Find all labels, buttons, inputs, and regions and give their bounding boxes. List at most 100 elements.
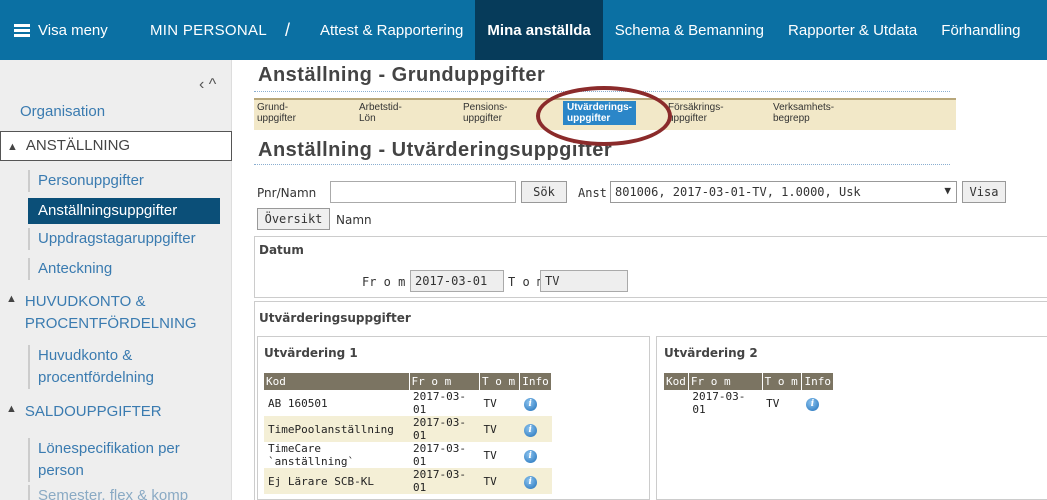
cell-from: 2017-03-01 bbox=[409, 468, 480, 494]
cell-from: 2017-03-01 bbox=[409, 416, 480, 442]
tab-forhandling[interactable]: Förhandling bbox=[929, 0, 1032, 60]
tab-mina-anstallda[interactable]: Mina anställda bbox=[475, 0, 603, 60]
app-title[interactable]: MIN PERSONAL bbox=[150, 22, 267, 39]
highlight-circle-annotation bbox=[536, 86, 672, 146]
table-header-row: Kod Fr o m T o m Info bbox=[264, 373, 552, 390]
page-title-utvarderingsuppgifter: Anställning - Utvärderingsuppgifter bbox=[258, 139, 613, 161]
column-header-info: Info bbox=[519, 373, 552, 390]
pnr-name-input[interactable] bbox=[330, 181, 516, 203]
cell-info: i bbox=[519, 468, 552, 494]
info-icon[interactable]: i bbox=[523, 397, 537, 411]
utvardering-2-heading: Utvärdering 2 bbox=[664, 346, 758, 360]
subtab-forsakringsuppgifter[interactable]: Försäkrings-uppgifter bbox=[668, 102, 724, 124]
sidebar: ‹ ^ Organisation ▲ ANSTÄLLNING Personupp… bbox=[0, 60, 232, 500]
cell-to: TV bbox=[479, 416, 520, 442]
from-date-field[interactable]: 2017-03-01 bbox=[410, 270, 504, 292]
cell-to: TV bbox=[483, 396, 497, 410]
cell-to: TV bbox=[479, 468, 520, 494]
caret-up-icon: ▲ bbox=[7, 141, 18, 153]
subtab-arbetstid-lon[interactable]: Arbetstid- Lön bbox=[359, 102, 402, 124]
cell-from: 2017-03-01 bbox=[413, 390, 466, 416]
sidebar-item-lonespecifikation[interactable]: Lönespecifikation per person bbox=[28, 438, 220, 482]
chevron-down-icon: ▼ bbox=[944, 184, 951, 197]
info-icon[interactable]: i bbox=[805, 397, 819, 411]
sidebar-item-organisation[interactable]: Organisation bbox=[20, 103, 105, 120]
from-label: Fr o m bbox=[362, 275, 406, 289]
info-icon[interactable]: i bbox=[523, 475, 537, 489]
table-row: TimePoolanställning 2017-03-01 TV i bbox=[264, 416, 552, 442]
column-header-kod: Kod bbox=[664, 373, 689, 390]
sidebar-section-anstallning[interactable]: ▲ ANSTÄLLNING bbox=[0, 131, 232, 161]
utvarderingsuppgifter-heading: Utvärderingsuppgifter bbox=[259, 311, 411, 325]
cell-to: TV bbox=[483, 448, 497, 462]
breadcrumb-separator: / bbox=[284, 19, 290, 40]
subtab-grunduppgifter[interactable]: Grund-uppgifter bbox=[257, 102, 296, 124]
tab-schema-bemanning[interactable]: Schema & Bemanning bbox=[603, 0, 776, 60]
cell-from: 2017-03-01 bbox=[692, 390, 746, 416]
subtab-label: uppgifter bbox=[668, 113, 707, 124]
sidebar-section-huvudkonto[interactable]: ▲ HUVUDKONTO & PROCENTFÖRDELNING bbox=[0, 291, 232, 335]
search-button[interactable]: Sök bbox=[521, 181, 567, 203]
info-icon[interactable]: i bbox=[523, 449, 537, 463]
to-date-field[interactable]: TV bbox=[540, 270, 628, 292]
top-navigation-bar: Visa meny MIN PERSONAL / Attest & Rappor… bbox=[0, 0, 1047, 60]
tab-attest-rapportering[interactable]: Attest & Rapportering bbox=[308, 0, 475, 60]
cell-info: i bbox=[520, 442, 552, 468]
column-header-from: Fr o m bbox=[409, 373, 480, 390]
sidebar-section-label: HUVUDKONTO & PROCENTFÖRDELNING bbox=[24, 293, 197, 332]
sidebar-section-saldouppgifter[interactable]: ▲ SALDOUPPGIFTER bbox=[0, 401, 232, 423]
column-header-info: Info bbox=[801, 373, 834, 390]
sidebar-item-anteckning[interactable]: Anteckning bbox=[28, 258, 220, 280]
table-row: 2017-03-01 TV i bbox=[664, 390, 834, 416]
subtab-label: uppgifter bbox=[257, 113, 296, 124]
column-header-to: T o m bbox=[762, 373, 803, 390]
show-menu-label: Visa meny bbox=[38, 21, 108, 39]
cell-kod: Ej Lärare SCB-KL bbox=[264, 468, 409, 494]
main-content: Anställning - Grunduppgifter Grund-uppgi… bbox=[232, 60, 1047, 500]
subtab-label: Lön bbox=[359, 113, 376, 124]
anst-select[interactable]: 801006, 2017-03-01-TV, 1.0000, Usk ▼ bbox=[610, 181, 957, 203]
subtab-pensionsuppgifter[interactable]: Pensions-uppgifter bbox=[463, 102, 507, 124]
to-label: T o m bbox=[508, 275, 545, 289]
subtab-label: Grund- bbox=[257, 102, 289, 113]
utvardering-1-table: Kod Fr o m T o m Info AB 160501 2017-03-… bbox=[264, 373, 552, 494]
collapse-sidebar-icon[interactable]: ‹ ^ bbox=[199, 76, 216, 94]
table-row: Ej Lärare SCB-KL 2017-03-01 TV i bbox=[264, 468, 552, 494]
tab-rapporter-utdata[interactable]: Rapporter & Utdata bbox=[776, 0, 929, 60]
column-header-from: Fr o m bbox=[688, 373, 763, 390]
table-row: TimeCare `anställning` 2017-03-01 TV i bbox=[264, 442, 552, 468]
cell-kod: AB 160501 bbox=[268, 396, 328, 410]
subtab-verksamhetsbegrepp[interactable]: Verksamhets-begrepp bbox=[773, 102, 834, 124]
hamburger-icon bbox=[14, 24, 30, 37]
sidebar-item-anstallningsuppgifter[interactable]: Anställningsuppgifter bbox=[28, 198, 220, 224]
info-icon[interactable]: i bbox=[523, 423, 537, 437]
cell-kod: TimeCare `anställning` bbox=[268, 442, 355, 468]
show-button[interactable]: Visa bbox=[962, 181, 1006, 203]
utvardering-2-table: Kod Fr o m T o m Info 2017-03-01 TV i bbox=[664, 373, 834, 416]
name-label: Namn bbox=[336, 213, 372, 227]
sidebar-item-uppdragstagaruppgifter[interactable]: Uppdragstagaruppgifter bbox=[28, 228, 220, 250]
sidebar-item-personuppgifter[interactable]: Personuppgifter bbox=[28, 170, 220, 192]
cell-kod: TimePoolanställning bbox=[264, 416, 409, 442]
sidebar-item-semester-flex-komp[interactable]: Semester, flex & komp bbox=[28, 485, 220, 500]
subtab-label: Arbetstid- bbox=[359, 102, 402, 113]
caret-up-icon: ▲ bbox=[6, 293, 17, 305]
cell-info: i bbox=[520, 390, 552, 416]
show-menu-button[interactable]: Visa meny bbox=[0, 0, 128, 60]
caret-up-icon: ▲ bbox=[6, 403, 17, 415]
cell-info: i bbox=[802, 390, 834, 416]
utvardering-1-heading: Utvärdering 1 bbox=[264, 346, 358, 360]
utvardering-2-panel bbox=[656, 336, 1047, 500]
subtab-label: uppgifter bbox=[463, 113, 502, 124]
subtab-label: Försäkrings- bbox=[668, 102, 724, 113]
cell-kod bbox=[664, 390, 688, 416]
sidebar-section-label: ANSTÄLLNING bbox=[25, 137, 131, 154]
anst-select-value: 801006, 2017-03-01-TV, 1.0000, Usk bbox=[615, 185, 861, 199]
subtab-label: Pensions- bbox=[463, 102, 508, 113]
datum-heading: Datum bbox=[259, 243, 304, 257]
cell-info: i bbox=[519, 416, 552, 442]
cell-from: 2017-03-01 bbox=[413, 442, 466, 468]
overview-button[interactable]: Översikt bbox=[257, 208, 330, 230]
pnr-name-label: Pnr/Namn bbox=[257, 186, 317, 200]
sidebar-item-huvudkonto[interactable]: Huvudkonto & procentfördelning bbox=[28, 345, 220, 389]
